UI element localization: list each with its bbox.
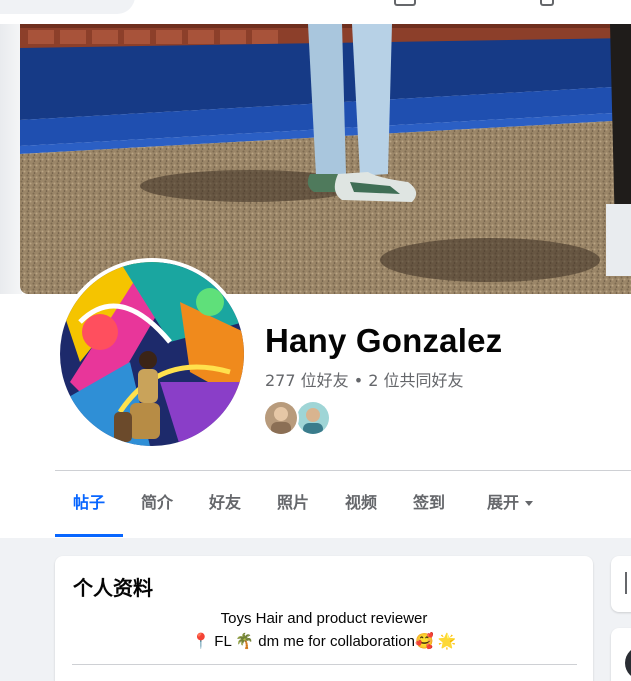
bio-text-location: 📍 FL 🌴 dm me for collaboration🥰 🌟 (191, 633, 457, 650)
intro-card: 个人资料 Toys Hair and product reviewer 📍 FL… (55, 556, 593, 681)
profile-picture-image: VIB (60, 262, 244, 446)
side-card-content (625, 572, 631, 594)
cover-photo-image (20, 24, 631, 294)
friend-count-line: 277 位好友 • 2 位共同好友 (265, 367, 464, 391)
tab-videos[interactable]: 视频 (327, 471, 395, 537)
tab-posts[interactable]: 帖子 (55, 471, 123, 537)
intro-title: 个人资料 (73, 576, 153, 600)
notifications-icon[interactable] (540, 0, 554, 6)
mutual-friend-avatar[interactable] (263, 400, 299, 436)
bio-text: Toys Hair and product reviewer (220, 610, 428, 627)
tab-more[interactable]: 展开 (469, 471, 551, 537)
friend-count-separator: • (348, 371, 369, 390)
profile-picture[interactable]: VIB (60, 262, 244, 446)
side-card (611, 556, 631, 612)
cover-photo[interactable] (20, 24, 631, 294)
mutual-friend-avatar[interactable] (295, 400, 331, 436)
top-navigation-bar (0, 0, 631, 24)
mutual-friends-link[interactable]: 2 位共同好友 (368, 371, 463, 390)
friend-count-link[interactable]: 277 位好友 (265, 371, 349, 390)
marketplace-icon[interactable] (394, 0, 416, 6)
side-card (611, 628, 631, 681)
profile-name: Hany Gonzalez (265, 322, 503, 359)
card-divider (72, 664, 577, 665)
avatar[interactable] (625, 646, 631, 680)
chevron-down-icon (525, 501, 533, 506)
tab-check-ins[interactable]: 签到 (395, 471, 463, 537)
profile-tabs: 帖子 简介 好友 照片 视频 签到 展开 (55, 471, 631, 537)
tab-about[interactable]: 简介 (123, 471, 191, 537)
tab-photos[interactable]: 照片 (259, 471, 327, 537)
search-bar[interactable] (0, 0, 135, 14)
tab-friends[interactable]: 好友 (191, 471, 259, 537)
page-edge (0, 24, 22, 294)
